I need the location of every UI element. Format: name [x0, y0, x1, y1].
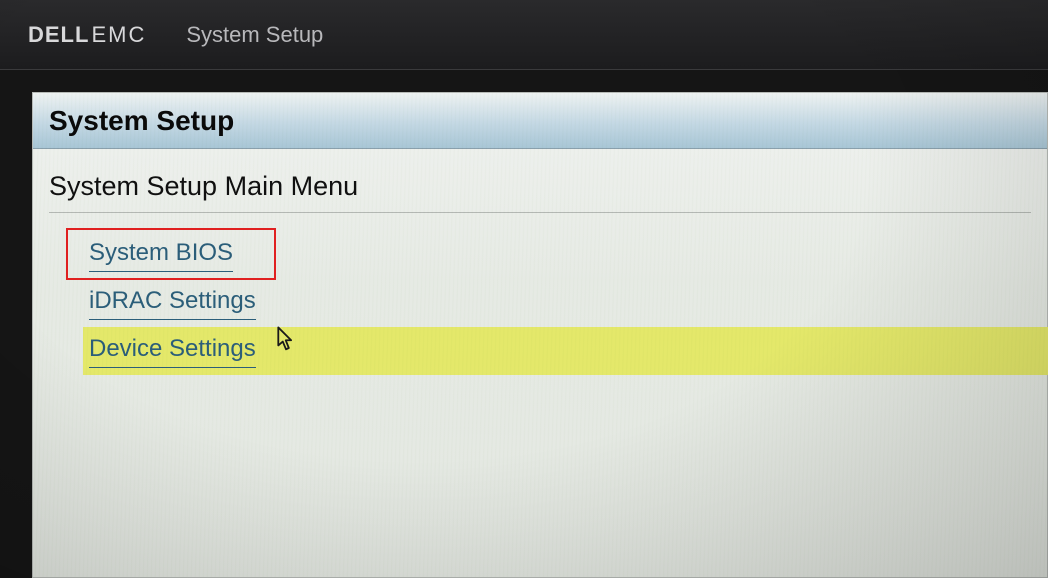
- menu-link-label: iDRAC Settings: [89, 287, 256, 320]
- main-menu: System BIOS iDRAC Settings Device Settin…: [89, 231, 1031, 375]
- panel-header-title: System Setup: [49, 105, 234, 137]
- section-title: System Setup Main Menu: [49, 171, 1031, 213]
- main-panel: System Setup System Setup Main Menu Syst…: [32, 92, 1048, 578]
- menu-link-label: System BIOS: [89, 239, 233, 272]
- topbar: DELLEMC System Setup: [0, 0, 1048, 70]
- menu-item-device-settings[interactable]: Device Settings: [83, 327, 1048, 375]
- menu-item-system-bios[interactable]: System BIOS: [89, 231, 1031, 279]
- bios-screen: DELLEMC System Setup System Setup System…: [0, 0, 1048, 578]
- brand-emc-text: EMC: [91, 22, 146, 48]
- panel-content: System Setup Main Menu System BIOS iDRAC…: [33, 149, 1047, 375]
- topbar-title: System Setup: [186, 22, 323, 48]
- menu-link-label: Device Settings: [89, 335, 256, 368]
- brand-dell-text: DELL: [28, 22, 89, 48]
- menu-item-idrac-settings[interactable]: iDRAC Settings: [89, 279, 1031, 327]
- vendor-brand: DELLEMC: [28, 22, 146, 48]
- panel-header: System Setup: [33, 93, 1047, 149]
